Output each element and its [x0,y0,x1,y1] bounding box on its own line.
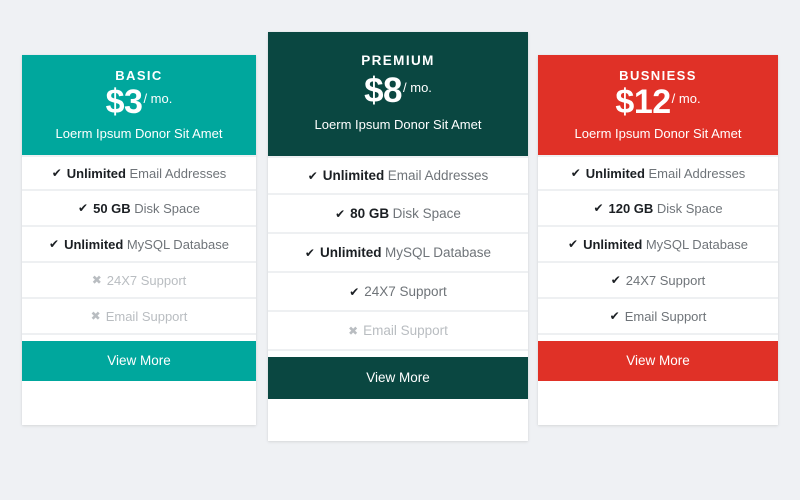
check-icon: ✔ [570,166,581,180]
feature-label: MySQL Database [645,236,748,252]
feature-highlight: Unlimited [319,245,382,260]
check-icon: ✔ [349,284,360,299]
pricing-table: BASIC $3/ mo. Loerm Ipsum Donor Sit Amet… [0,0,800,500]
feature-list: ✔ Unlimited Email Addresses ✔ 120 GB Dis… [538,155,778,335]
cross-icon: ✖ [91,273,102,287]
check-icon: ✔ [593,201,604,215]
plan-tagline: Loerm Ipsum Donor Sit Amet [314,116,482,132]
plan-price: $8/ mo. [278,73,518,108]
feature-item: ✔ Email Support [538,299,778,335]
pricing-card-footer: View More [22,335,256,425]
feature-item: ✔ 80 GB Disk Space [268,195,528,234]
feature-list: ✔ Unlimited Email Addresses ✔ 50 GB Disk… [22,155,256,335]
pricing-card-business[interactable]: BUSNIESS $12/ mo. Loerm Ipsum Donor Sit … [538,55,778,425]
feature-highlight: Unlimited [322,168,385,183]
check-icon: ✔ [49,237,60,251]
feature-item: ✔ 120 GB Disk Space [538,191,778,227]
pricing-card-footer: View More [538,335,778,425]
feature-item: ✔ Unlimited MySQL Database [22,227,256,263]
view-more-button[interactable]: View More [22,341,256,381]
feature-highlight: 50 GB [93,200,131,216]
feature-item: ✖ 24X7 Support [22,263,256,299]
feature-label: MySQL Database [385,245,492,260]
pricing-card-header: BASIC $3/ mo. Loerm Ipsum Donor Sit Amet [22,55,256,155]
feature-label: 24X7 Support [106,272,187,288]
plan-price-period: / mo. [403,79,432,95]
feature-label: Email Support [105,308,188,324]
plan-price-amount: $12 [615,83,671,122]
feature-label: 24X7 Support [364,284,447,299]
plan-price: $3/ mo. [32,85,246,119]
feature-highlight: Unlimited [583,236,643,252]
plan-title: BUSNIESS [619,68,697,83]
plan-price-amount: $8 [364,70,403,110]
pricing-card-premium[interactable]: PREMIUM $8/ mo. Loerm Ipsum Donor Sit Am… [268,32,528,441]
plan-price: $12/ mo. [548,85,768,119]
feature-item: ✔ Unlimited Email Addresses [538,155,778,191]
feature-item: ✔ 24X7 Support [268,273,528,312]
cross-icon: ✖ [90,309,101,323]
feature-highlight: 80 GB [350,206,390,221]
check-icon: ✔ [609,309,620,323]
feature-label: Disk Space [656,200,723,216]
feature-label: 24X7 Support [625,272,706,288]
feature-highlight: Unlimited [66,165,126,181]
feature-item: ✔ Unlimited MySQL Database [538,227,778,263]
feature-highlight: Unlimited [64,236,124,252]
feature-item: ✔ Unlimited Email Addresses [22,155,256,191]
view-more-button[interactable]: View More [538,341,778,381]
check-icon: ✔ [307,168,318,183]
plan-tagline: Loerm Ipsum Donor Sit Amet [574,126,742,142]
check-icon: ✔ [610,273,621,287]
feature-item: ✖ Email Support [268,312,528,351]
check-icon: ✔ [304,245,315,260]
pricing-card-header: BUSNIESS $12/ mo. Loerm Ipsum Donor Sit … [538,55,778,155]
feature-item: ✖ Email Support [22,299,256,335]
check-icon: ✔ [335,206,346,221]
plan-price-period: / mo. [671,91,701,107]
pricing-card-header: PREMIUM $8/ mo. Loerm Ipsum Donor Sit Am… [268,32,528,156]
feature-label: Email Addresses [129,165,227,181]
check-icon: ✔ [568,237,579,251]
plan-tagline: Loerm Ipsum Donor Sit Amet [55,126,223,142]
plan-title: BASIC [115,68,163,83]
plan-price-amount: $3 [105,83,143,122]
feature-label: Email Addresses [387,168,489,183]
view-more-button[interactable]: View More [268,357,528,399]
feature-label: Email Addresses [648,165,746,181]
feature-item: ✔ 50 GB Disk Space [22,191,256,227]
feature-list: ✔ Unlimited Email Addresses ✔ 80 GB Disk… [268,156,528,351]
pricing-card-footer: View More [268,351,528,441]
feature-item: ✔ Unlimited MySQL Database [268,234,528,273]
cross-icon: ✖ [348,323,359,338]
feature-label: MySQL Database [126,236,229,252]
plan-title: PREMIUM [361,53,435,68]
feature-highlight: Unlimited [585,165,645,181]
feature-label: Email Support [363,323,448,338]
plan-price-period: / mo. [143,91,173,107]
feature-item: ✔ 24X7 Support [538,263,778,299]
feature-label: Email Support [624,308,707,324]
pricing-card-basic[interactable]: BASIC $3/ mo. Loerm Ipsum Donor Sit Amet… [22,55,256,425]
feature-item: ✔ Unlimited Email Addresses [268,156,528,195]
check-icon: ✔ [78,201,89,215]
feature-label: Disk Space [134,200,200,216]
feature-label: Disk Space [392,206,461,221]
check-icon: ✔ [51,166,62,180]
feature-highlight: 120 GB [608,200,654,216]
